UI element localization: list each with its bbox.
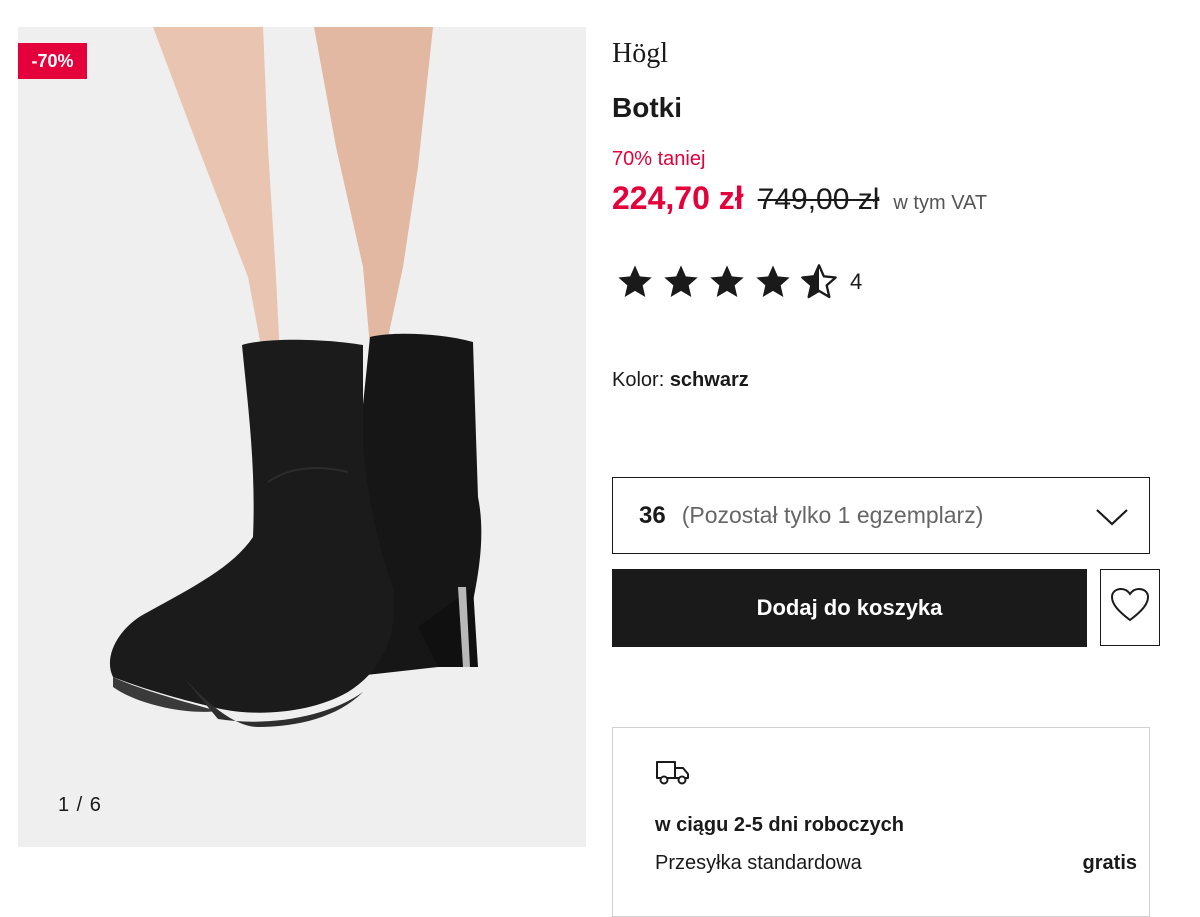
- add-to-cart-button[interactable]: Dodaj do koszyka: [612, 569, 1087, 647]
- star-icon: [658, 262, 704, 302]
- star-icon: [612, 262, 658, 302]
- product-gallery[interactable]: -70% 1 / 6: [18, 27, 586, 847]
- delivery-info: w ciągu 2-5 dni roboczych Przesyłka stan…: [612, 727, 1150, 917]
- product-title: Botki: [612, 92, 682, 123]
- truck-icon: [655, 758, 691, 791]
- half-star-icon: [796, 262, 842, 302]
- rating[interactable]: 4: [612, 262, 862, 302]
- color-value: schwarz: [669, 369, 749, 391]
- star-icon: [704, 262, 750, 302]
- image-counter: 1 / 6: [58, 794, 102, 816]
- color-label: Kolor:: [612, 369, 665, 391]
- delivery-time: w ciągu 2-5 dni roboczych: [655, 814, 904, 836]
- discount-badge: -70%: [18, 43, 87, 79]
- brand-name[interactable]: Högl: [612, 38, 668, 70]
- wishlist-button[interactable]: [1100, 569, 1160, 646]
- heart-icon: [1110, 587, 1150, 628]
- shipping-price: gratis: [1082, 852, 1137, 874]
- price-row: 224,70 zł 749,00 zł w tym VAT: [612, 180, 987, 217]
- stock-note: (Pozostał tylko 1 egzemplarz): [681, 502, 984, 528]
- star-icon: [750, 262, 796, 302]
- size-select[interactable]: 36 (Pozostał tylko 1 egzemplarz): [612, 477, 1150, 554]
- selected-size: 36: [639, 501, 666, 529]
- discount-note: 70% taniej: [612, 148, 706, 170]
- color-info: Kolor: schwarz: [612, 369, 749, 392]
- chevron-down-icon: [1095, 502, 1129, 535]
- shipping-type: Przesyłka standardowa: [655, 852, 862, 874]
- vat-note: w tym VAT: [893, 192, 988, 214]
- current-price: 224,70 zł: [612, 180, 744, 216]
- product-image[interactable]: [18, 27, 586, 847]
- original-price: 749,00 zł: [757, 183, 880, 216]
- review-count[interactable]: 4: [850, 269, 862, 295]
